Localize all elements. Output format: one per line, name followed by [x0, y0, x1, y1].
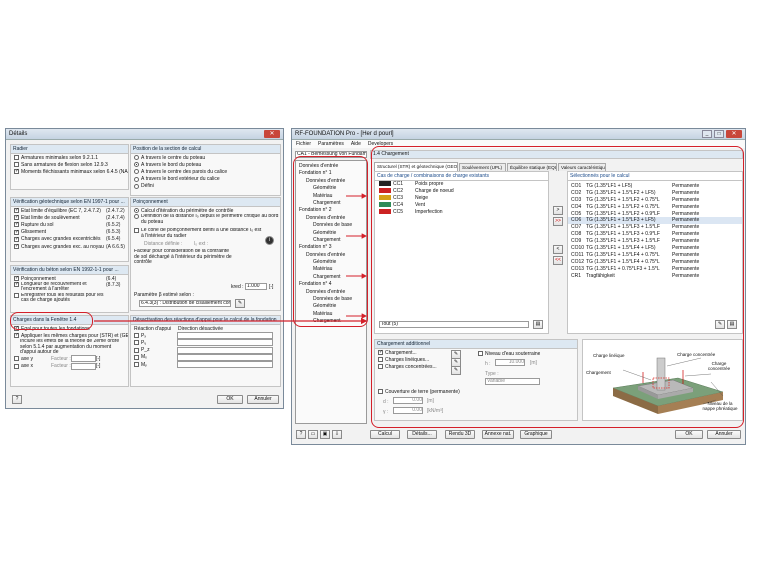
red-arrows [94, 193, 368, 325]
